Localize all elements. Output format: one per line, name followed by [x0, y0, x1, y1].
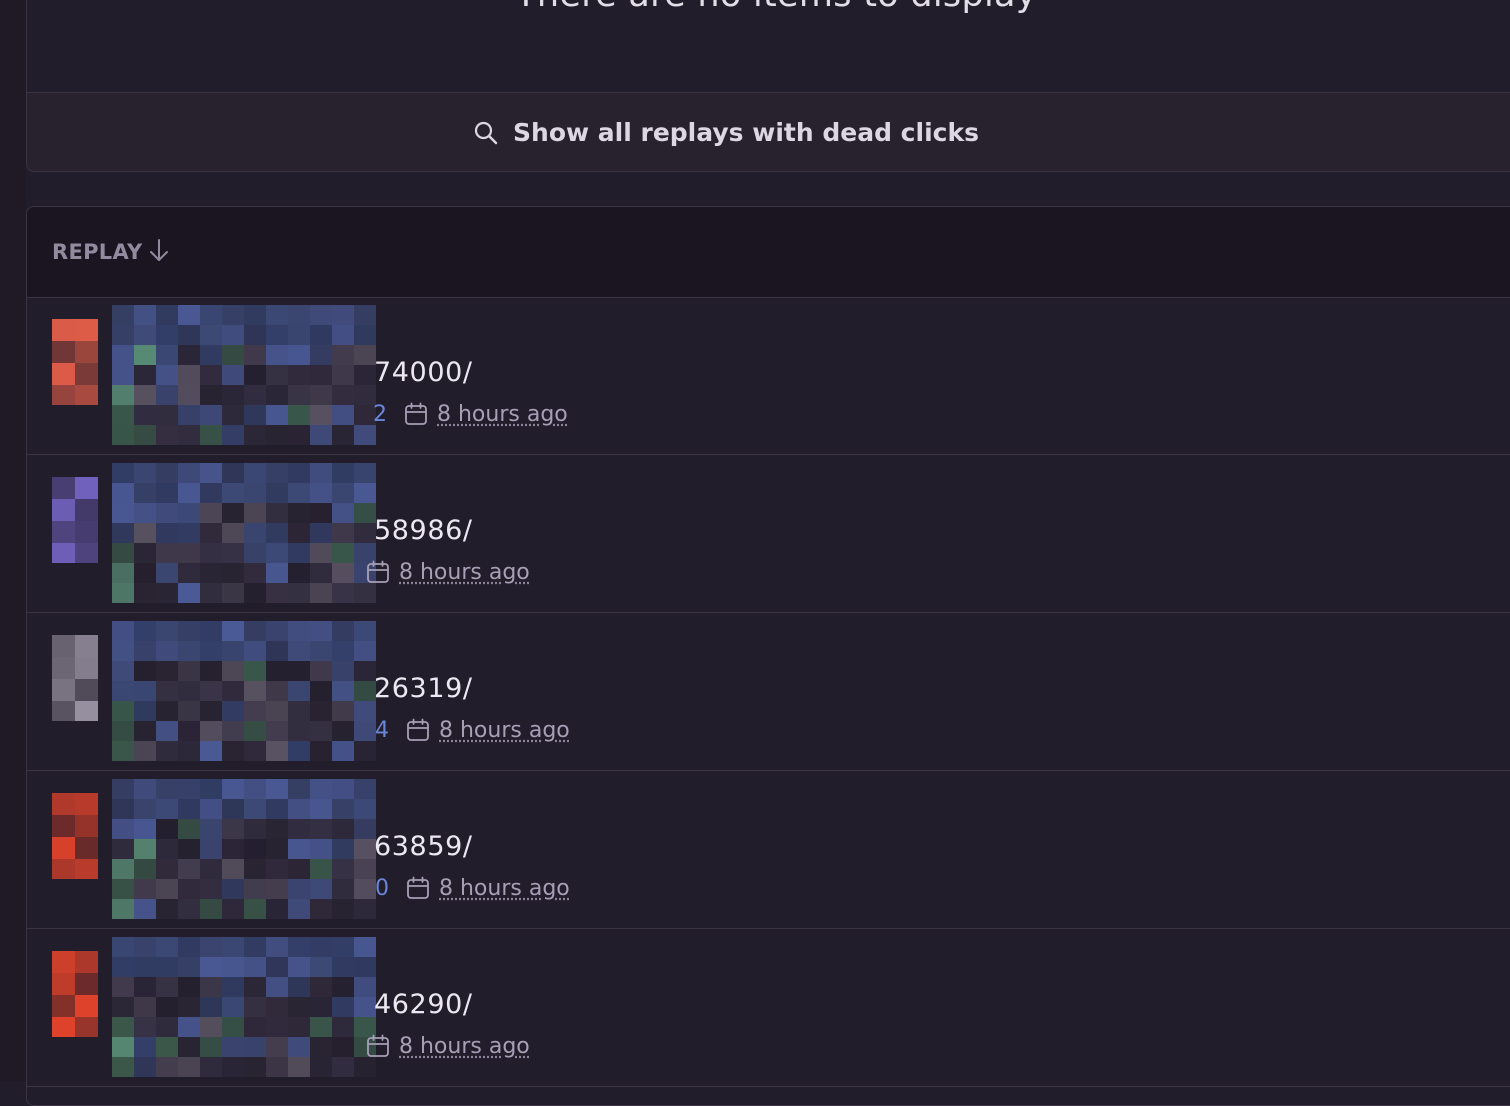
replay-url[interactable]: 46290/ [374, 989, 473, 1020]
replay-meta: 8 hours ago [365, 559, 530, 585]
avatar [52, 319, 98, 405]
replay-timestamp: 8 hours ago [399, 1034, 530, 1059]
replay-timestamp: 8 hours ago [439, 718, 570, 743]
replay-column-label: REPLAY [52, 240, 143, 264]
replay-id-link[interactable]: 0 [375, 876, 389, 901]
redacted-region [112, 779, 376, 919]
calendar-icon [365, 559, 391, 585]
avatar [52, 635, 98, 721]
dead-clicks-panel: There are no items to display Show all r… [26, 0, 1510, 172]
page: There are no items to display Show all r… [0, 0, 1510, 1082]
calendar-icon [405, 875, 431, 901]
calendar-icon [405, 717, 431, 743]
show-all-replays-button[interactable]: Show all replays with dead clicks [473, 118, 979, 147]
arrow-down-icon [147, 237, 171, 268]
avatar [52, 477, 98, 563]
replay-timestamp: 8 hours ago [399, 560, 530, 585]
table-row[interactable]: 74000/2 8 hours ago [27, 297, 1510, 455]
table-row[interactable]: 63859/0 8 hours ago [27, 771, 1510, 929]
table-row[interactable]: 58986/8 hours ago [27, 455, 1510, 613]
redacted-region [112, 305, 376, 445]
replay-table: REPLAY 74000/2 8 hours ago 58986/8 hours a… [26, 206, 1510, 1106]
replay-id-link[interactable]: 4 [375, 718, 389, 743]
replay-url[interactable]: 63859/ [374, 831, 473, 862]
replay-meta: 2 8 hours ago [373, 401, 568, 427]
avatar [52, 951, 98, 1037]
avatar [52, 793, 98, 879]
left-gutter [0, 0, 26, 1082]
show-all-replays-label: Show all replays with dead clicks [513, 118, 979, 147]
replay-timestamp: 8 hours ago [439, 876, 570, 901]
redacted-region [112, 937, 376, 1077]
redacted-region [112, 621, 376, 761]
replay-id-link[interactable]: 2 [373, 402, 387, 427]
replay-url[interactable]: 74000/ [374, 357, 473, 388]
table-row[interactable]: 46290/8 hours ago [27, 929, 1510, 1087]
replay-url[interactable]: 58986/ [374, 515, 473, 546]
empty-state-message: There are no items to display [27, 0, 1510, 15]
redacted-region [112, 463, 376, 603]
replay-column-header[interactable]: REPLAY [52, 237, 171, 268]
replay-meta: 8 hours ago [365, 1033, 530, 1059]
replay-meta: 0 8 hours ago [375, 875, 570, 901]
show-all-footer[interactable]: Show all replays with dead clicks [27, 92, 1510, 172]
search-icon [473, 120, 499, 146]
table-header: REPLAY [27, 207, 1510, 298]
table-row[interactable]: 26319/4 8 hours ago [27, 613, 1510, 771]
calendar-icon [403, 401, 429, 427]
calendar-icon [365, 1033, 391, 1059]
replay-meta: 4 8 hours ago [375, 717, 570, 743]
replay-timestamp: 8 hours ago [437, 402, 568, 427]
replay-url[interactable]: 26319/ [374, 673, 473, 704]
